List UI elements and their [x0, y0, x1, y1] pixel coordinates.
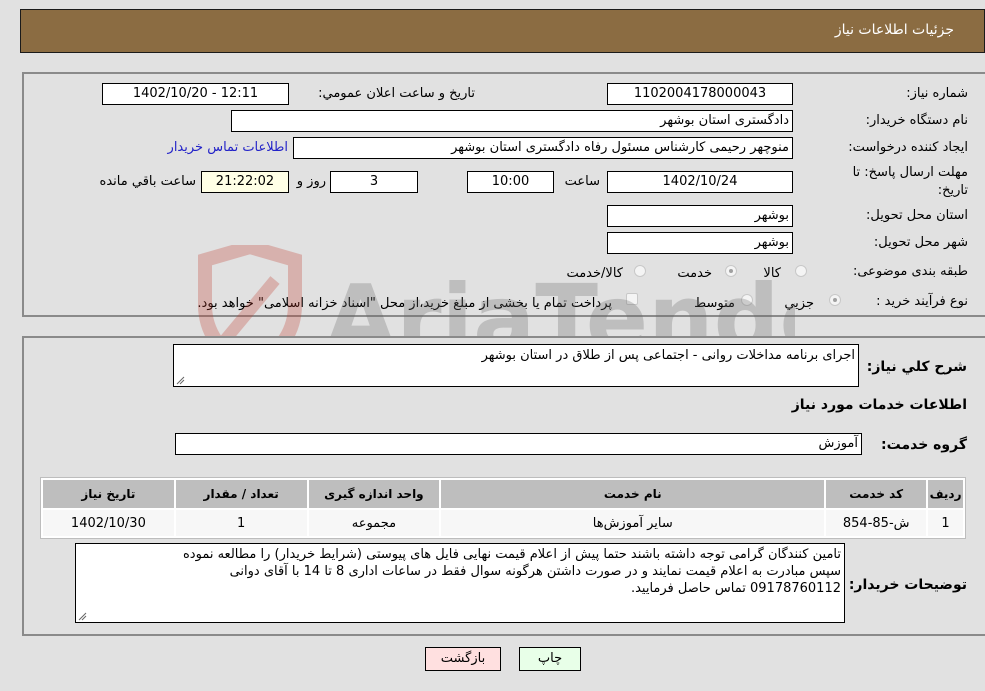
process-option-minor: جزيي	[784, 296, 814, 311]
buyer-notes-textarea[interactable]: تامین کنندگان گرامی توجه داشته باشند حتم…	[75, 543, 845, 623]
table-row: 1 ش-85-854 ساير آموزش‌ها مجموعه 1 1402/1…	[43, 510, 963, 536]
cell-service-code: ش-85-854	[826, 510, 927, 536]
remaining-time-label: ساعت باقي مانده	[99, 174, 196, 189]
category-option-goods-service: کالا/خدمت	[566, 266, 623, 281]
col-header-need-date: تاريخ نياز	[43, 480, 174, 508]
summary-text: اجرای برنامه مداخلات روانی - اجتماعی پس …	[481, 348, 855, 363]
city-field: بوشهر	[607, 232, 793, 254]
category-option-goods: کالا	[763, 266, 781, 281]
page-header: جزئيات اطلاعات نياز	[20, 9, 985, 53]
summary-label: شرح کلي نياز:	[866, 359, 967, 375]
services-table-header-row: رديف کد خدمت نام خدمت واحد اندازه گيری ت…	[43, 480, 963, 508]
province-field: بوشهر	[607, 205, 793, 227]
province-label: استان محل تحويل:	[866, 208, 968, 223]
treasury-checkbox-label: پرداخت تمام يا بخشی از مبلغ خريد،از محل …	[197, 296, 612, 311]
service-group-field: آموزش	[175, 433, 862, 455]
print-button[interactable]: چاپ	[519, 647, 581, 671]
city-label: شهر محل تحويل:	[873, 235, 968, 250]
announce-date-label: تاريخ و ساعت اعلان عمومي:	[318, 86, 475, 101]
col-header-service-name: نام خدمت	[441, 480, 825, 508]
cell-need-date: 1402/10/30	[43, 510, 174, 536]
cell-quantity: 1	[175, 510, 307, 536]
deadline-label-line2: تاريخ:	[937, 183, 968, 198]
buyer-contact-link[interactable]: اطلاعات تماس خريدار	[168, 140, 288, 155]
page-title: جزئيات اطلاعات نياز	[834, 22, 954, 38]
category-radio-service[interactable]	[725, 265, 737, 277]
col-header-row-number: رديف	[928, 480, 963, 508]
process-radio-minor[interactable]	[829, 294, 841, 306]
buyer-notes-line-2: سپس مبادرت به اعلام قیمت نمایند و در صور…	[229, 564, 841, 579]
creator-label: ايجاد کننده درخواست:	[848, 140, 968, 155]
category-radio-goods-service[interactable]	[634, 265, 646, 277]
resize-grip-icon[interactable]	[176, 376, 185, 385]
days-label: روز و	[296, 174, 326, 189]
process-radio-medium[interactable]	[741, 294, 753, 306]
cell-service-name: ساير آموزش‌ها	[441, 510, 825, 536]
deadline-time-field: 10:00	[467, 171, 554, 193]
buyer-org-field: دادگستری استان بوشهر	[231, 110, 793, 132]
cell-unit: مجموعه	[308, 510, 440, 536]
category-option-service: خدمت	[677, 266, 712, 281]
services-table: رديف کد خدمت نام خدمت واحد اندازه گيری ت…	[40, 477, 966, 539]
buyer-notes-line-3: 09178760112 تماس حاصل فرمایید.	[630, 581, 841, 596]
back-button[interactable]: بازگشت	[425, 647, 501, 671]
need-number-field: 1102004178000043	[607, 83, 793, 105]
category-radio-goods[interactable]	[795, 265, 807, 277]
announce-date-field: 1402/10/20 - 12:11	[102, 83, 289, 105]
treasury-checkbox[interactable]	[626, 293, 638, 305]
buyer-notes-label: توضيحات خريدار:	[848, 577, 967, 593]
purchase-process-label: نوع فرآيند خريد :	[876, 294, 968, 309]
buyer-org-label: نام دستگاه خريدار:	[865, 113, 968, 128]
buyer-notes-line-1: تامین کنندگان گرامی توجه داشته باشند حتم…	[183, 547, 841, 562]
deadline-label-line1: مهلت ارسال پاسخ: تا	[852, 165, 968, 180]
creator-field: منوچهر رحیمی کارشناس مسئول رفاه دادگستری…	[293, 137, 793, 159]
services-section-title: اطلاعات خدمات مورد نياز	[791, 397, 967, 413]
need-details-panel	[22, 72, 985, 317]
need-number-label: شماره نياز:	[906, 86, 968, 101]
col-header-unit: واحد اندازه گيری	[308, 480, 440, 508]
deadline-date-field: 1402/10/24	[607, 171, 793, 193]
category-label: طبقه بندی موضوعی:	[852, 264, 968, 279]
remaining-time-field: 21:22:02	[201, 171, 289, 193]
col-header-service-code: کد خدمت	[826, 480, 927, 508]
summary-textarea[interactable]: اجرای برنامه مداخلات روانی - اجتماعی پس …	[173, 344, 859, 387]
col-header-quantity: تعداد / مقدار	[175, 480, 307, 508]
cell-row-number: 1	[928, 510, 963, 536]
service-group-label: گروه خدمت:	[881, 437, 967, 453]
deadline-time-label: ساعت	[564, 174, 600, 189]
days-remaining-field: 3	[330, 171, 418, 193]
process-option-medium: متوسط	[694, 296, 735, 311]
resize-grip-icon[interactable]	[78, 612, 87, 621]
